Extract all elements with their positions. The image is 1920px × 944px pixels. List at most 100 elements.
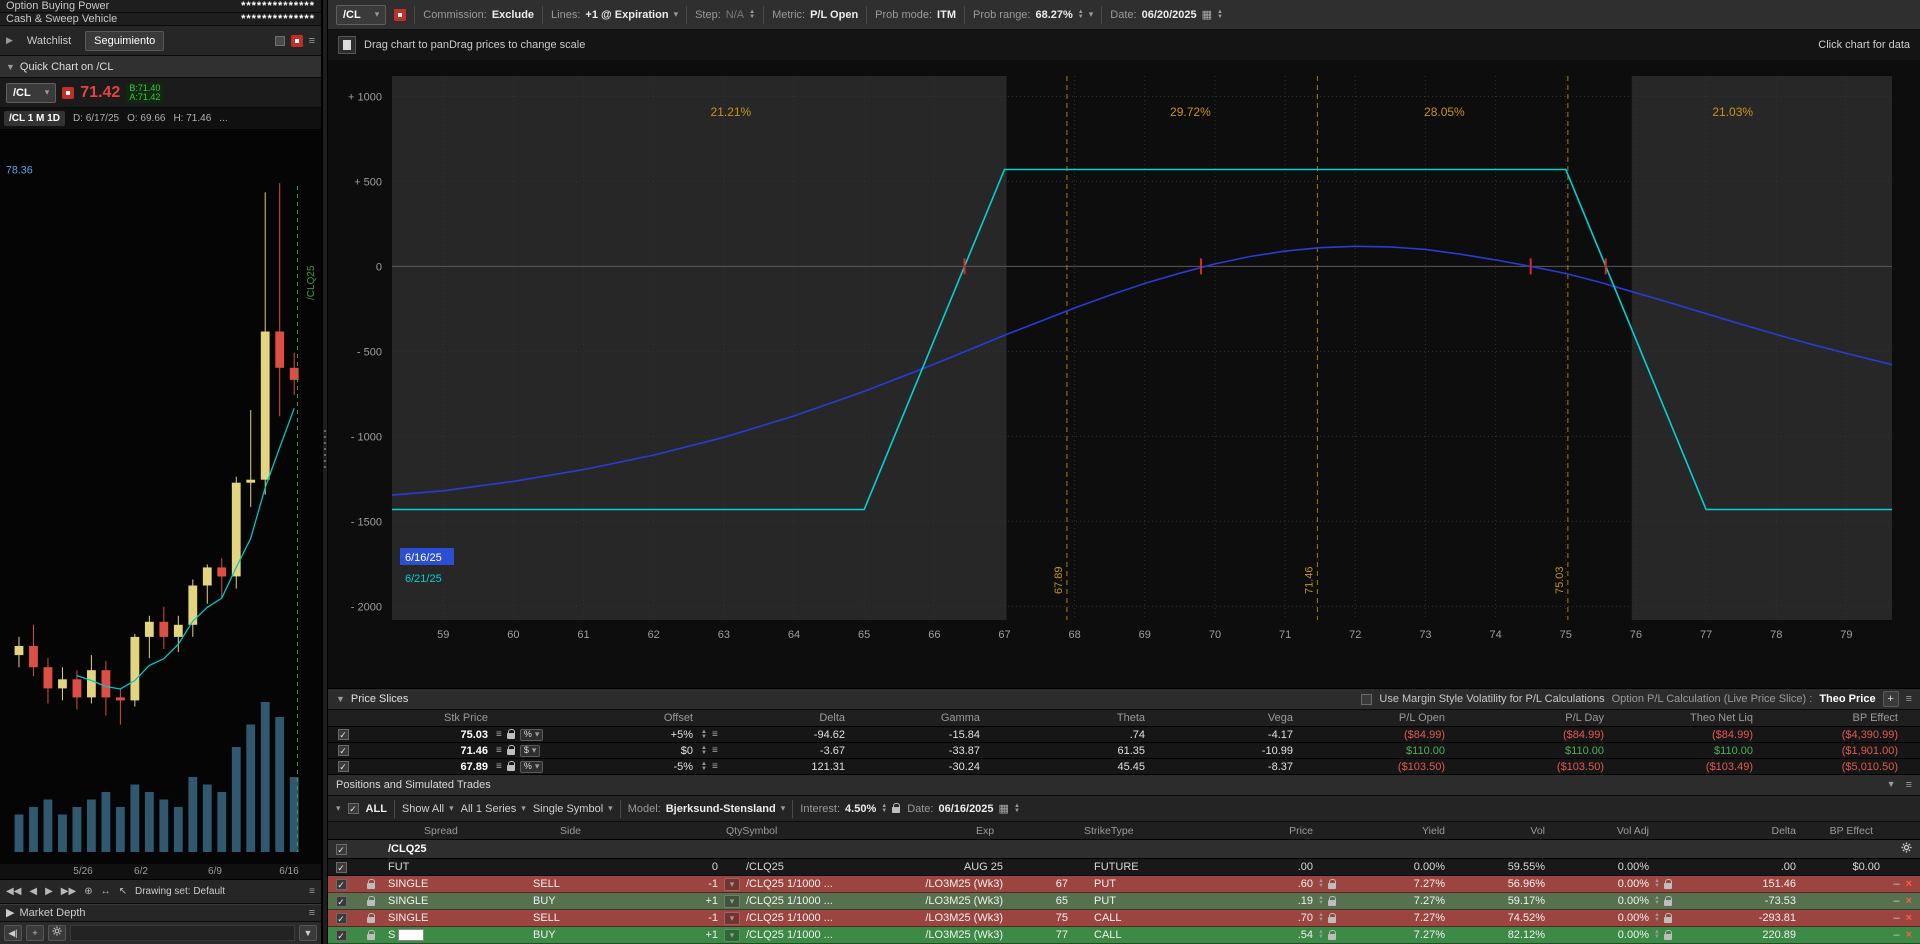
col-vol[interactable]: Vol — [1530, 825, 1545, 837]
prob-mode-dropdown[interactable]: Prob mode: ITM — [875, 9, 956, 21]
slice-offset[interactable]: +5% — [583, 729, 693, 741]
menu-icon[interactable]: ≡ — [309, 35, 315, 47]
spinner-icon[interactable]: ▲▼ — [1014, 804, 1020, 814]
close-icon[interactable]: × — [1906, 929, 1912, 941]
lock-icon[interactable] — [1664, 934, 1672, 940]
lock-icon[interactable] — [1328, 900, 1336, 906]
tab-watchlist[interactable]: Watchlist — [19, 32, 79, 50]
row-side[interactable]: BUY — [533, 929, 633, 941]
row-checkbox[interactable] — [336, 913, 347, 924]
jump-end-icon[interactable]: ▶▶ — [61, 886, 76, 897]
row-type[interactable]: PUT — [1068, 878, 1178, 890]
lock-icon[interactable] — [1328, 883, 1336, 889]
offset-mode-badge[interactable]: $▾ — [520, 745, 541, 757]
interest-control[interactable]: Interest: 4.50% ▲▼ — [800, 803, 900, 815]
add-price-slice-button[interactable]: + — [1883, 691, 1899, 707]
spinner-icon[interactable]: ▲▼ — [1654, 913, 1660, 923]
minimize-icon[interactable]: – — [1893, 929, 1899, 941]
col-pl-open[interactable]: P/L Open — [1293, 712, 1445, 724]
chevron-down-icon[interactable]: ▾ — [724, 912, 740, 925]
calc-method-value[interactable]: Theo Price — [1819, 693, 1875, 705]
slice-stk-price[interactable]: 75.03 — [358, 729, 488, 741]
row-spread[interactable]: SINGLE — [388, 878, 533, 890]
position-row-option[interactable]: SINGLE BUY +1 ▾ /CLQ25 1/1000 ... /LO3M2… — [328, 893, 1920, 910]
minimize-icon[interactable]: – — [1893, 895, 1899, 907]
chevron-down-icon[interactable]: ▾ — [1089, 9, 1094, 20]
row-strike[interactable]: 65 — [1003, 895, 1068, 907]
row-strike[interactable]: 77 — [1003, 929, 1068, 941]
col-theo-net-liq[interactable]: Theo Net Liq — [1604, 712, 1753, 724]
position-row-future[interactable]: FUT 0 /CLQ25 AUG 25 FUTURE .00 0.00% 59.… — [328, 859, 1920, 876]
col-vega[interactable]: Vega — [1145, 712, 1293, 724]
add-icon[interactable]: + — [26, 925, 44, 941]
analyze-symbol-dropdown[interactable]: /CL ▾ — [336, 5, 386, 25]
collapse-arrow-icon[interactable]: ▼ — [6, 56, 15, 78]
positions-date-control[interactable]: Date: 06/16/2025 ▦ ▲▼ — [907, 802, 1020, 815]
spinner-icon[interactable]: ▲▼ — [1654, 930, 1660, 940]
row-checkbox[interactable] — [336, 930, 347, 941]
show-all-dropdown[interactable]: Show All▾ — [402, 803, 454, 815]
row-type[interactable]: CALL — [1068, 929, 1178, 941]
alert-badge-icon[interactable] — [394, 9, 406, 21]
row-strike[interactable]: 67 — [1003, 878, 1068, 890]
mini-chart-canvas[interactable]: 78.36/CLQ25 — [0, 130, 321, 864]
symbol-mode-dropdown[interactable]: Single Symbol▾ — [533, 803, 613, 815]
row-side[interactable]: SELL — [533, 878, 633, 890]
prob-range-control[interactable]: Prob range: 68.27% ▲▼ ▾ — [973, 9, 1093, 21]
col-pl-day[interactable]: P/L Day — [1445, 712, 1604, 724]
lock-icon[interactable] — [507, 765, 515, 771]
expand-arrow-icon[interactable]: ▶ — [6, 35, 13, 46]
slice-checkbox[interactable] — [338, 729, 349, 740]
col-side[interactable]: Side — [560, 825, 581, 837]
row-price[interactable]: .00 — [1178, 861, 1313, 873]
spinner-icon[interactable]: ▲▼ — [1318, 896, 1324, 906]
offset-mode-badge[interactable]: %▾ — [520, 761, 544, 773]
collapse-panel-icon[interactable]: ◀| — [4, 925, 22, 941]
row-symbol[interactable]: /CLQ25 1/1000 ... — [746, 878, 876, 890]
chart-settings-icon[interactable] — [338, 36, 356, 54]
chevron-down-icon[interactable]: ▼ — [1887, 779, 1896, 791]
gear-icon[interactable] — [1901, 842, 1912, 856]
calendar-icon[interactable]: ▦ — [1202, 8, 1212, 21]
slice-stk-price[interactable]: 71.46 — [358, 745, 488, 757]
row-vol-adj[interactable]: 0.00% — [1545, 861, 1649, 873]
col-delta[interactable]: Delta — [1771, 825, 1796, 837]
menu-icon[interactable]: ≡ — [496, 761, 502, 772]
row-vol-adj[interactable]: 0.00% — [1545, 895, 1649, 907]
menu-icon[interactable]: ≡ — [1906, 779, 1912, 791]
minimize-icon[interactable]: – — [1893, 878, 1899, 890]
row-price[interactable]: .19 — [1178, 895, 1313, 907]
row-qty[interactable]: +1 — [633, 895, 718, 907]
spinner-icon[interactable]: ▲▼ — [1318, 930, 1324, 940]
step-control[interactable]: Step: N/A ▲▼ — [695, 9, 755, 21]
row-price[interactable]: .60 — [1178, 878, 1313, 890]
jump-start-icon[interactable]: ◀◀ — [6, 886, 21, 897]
row-spread[interactable]: SINGLE — [388, 895, 533, 907]
lock-icon[interactable] — [1664, 883, 1672, 889]
col-gamma[interactable]: Gamma — [845, 712, 980, 724]
row-checkbox[interactable] — [336, 896, 347, 907]
step-forward-icon[interactable]: ▶ — [45, 886, 53, 897]
price-slice-row[interactable]: 75.03 ≡ %▾ +5% ▲▼≡ -94.62 -15.84 .74 -4.… — [328, 727, 1920, 743]
lock-icon[interactable] — [1328, 917, 1336, 923]
grid-icon[interactable] — [275, 36, 285, 46]
close-icon[interactable]: × — [1906, 878, 1912, 890]
row-exp[interactable]: /LO3M25 (Wk3) — [876, 895, 1003, 907]
spinner-icon[interactable]: ▲▼ — [1654, 879, 1660, 889]
close-icon[interactable]: × — [1906, 895, 1912, 907]
all-checkbox[interactable] — [348, 803, 359, 814]
col-theta[interactable]: Theta — [980, 712, 1145, 724]
lock-icon[interactable] — [1664, 917, 1672, 923]
row-strike[interactable]: 75 — [1003, 912, 1068, 924]
group-checkbox[interactable] — [336, 844, 347, 855]
row-qty[interactable]: +1 — [633, 929, 718, 941]
menu-icon[interactable]: ≡ — [712, 761, 718, 772]
row-exp[interactable]: /LO3M25 (Wk3) — [876, 912, 1003, 924]
mini-candlestick-chart[interactable]: 78.36/CLQ25 — [0, 130, 321, 864]
menu-icon[interactable]: ≡ — [712, 729, 718, 740]
menu-icon[interactable]: ≡ — [309, 886, 315, 897]
symbol-alert-badge-icon[interactable] — [62, 87, 74, 99]
drawing-set-label[interactable]: Drawing set: Default — [135, 886, 225, 897]
close-icon[interactable]: × — [1906, 912, 1912, 924]
spinner-icon[interactable]: ▲▼ — [1318, 879, 1324, 889]
